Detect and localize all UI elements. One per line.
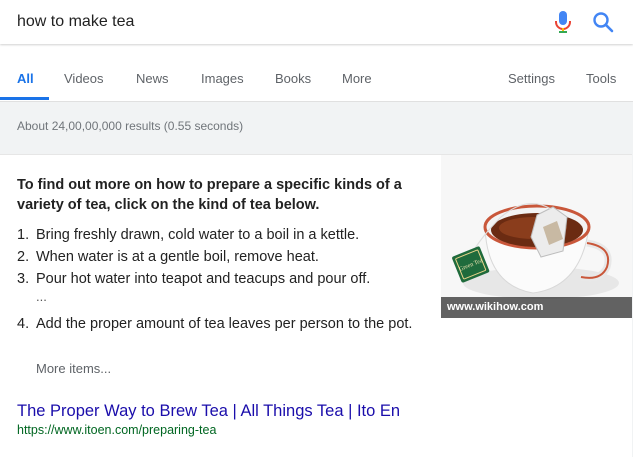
search-tabs: All Videos News Images Books More Settin…	[0, 44, 633, 102]
step-text: Add the proper amount of tea leaves per …	[36, 316, 413, 332]
snippet-heading: To find out more on how to prepare a spe…	[17, 177, 402, 213]
tab-images[interactable]: Images	[201, 71, 244, 87]
list-ellipsis: ...	[36, 289, 47, 304]
active-tab-indicator	[0, 97, 49, 100]
image-caption-bar: www.wikihow.com	[441, 297, 632, 318]
step-text: Pour hot water into teapot and teacups a…	[36, 271, 371, 287]
featured-snippet: To find out more on how to prepare a spe…	[0, 154, 632, 457]
steps-list: 1. Bring freshly drawn, cold water to a …	[17, 224, 427, 290]
microphone-icon[interactable]	[553, 10, 573, 34]
search-bar: how to make tea	[0, 0, 633, 44]
tools-link[interactable]: Tools	[586, 71, 616, 87]
list-item: 4. Add the proper amount of tea leaves p…	[17, 313, 446, 335]
list-item: 2. When water is at a gentle boil, remov…	[17, 246, 427, 268]
tea-cup-image[interactable]: Green Tea www.wikihow.com	[441, 155, 632, 318]
image-source-caption: www.wikihow.com	[447, 301, 544, 313]
settings-link[interactable]: Settings	[508, 71, 555, 87]
tab-all[interactable]: All	[17, 71, 34, 87]
step-number: 2.	[17, 249, 30, 265]
tab-videos[interactable]: Videos	[64, 71, 104, 87]
step-number: 3.	[17, 271, 30, 287]
list-item: 1. Bring freshly drawn, cold water to a …	[17, 224, 427, 246]
tab-books[interactable]: Books	[275, 71, 311, 87]
tab-more[interactable]: More	[342, 71, 372, 87]
step-number: 1.	[17, 227, 30, 243]
result-stats: About 24,00,00,000 results (0.55 seconds…	[17, 119, 244, 133]
search-input[interactable]: how to make tea	[17, 12, 134, 32]
more-items-link[interactable]: More items...	[36, 361, 111, 377]
tea-cup-illustration: Green Tea	[452, 202, 619, 299]
result-title-link[interactable]: The Proper Way to Brew Tea | All Things …	[17, 400, 400, 422]
step-text: When water is at a gentle boil, remove h…	[36, 249, 319, 265]
result-url: https://www.itoen.com/preparing-tea	[17, 423, 217, 437]
tab-news[interactable]: News	[136, 71, 169, 87]
search-icon[interactable]	[592, 11, 614, 33]
list-item: 3. Pour hot water into teapot and teacup…	[17, 268, 427, 290]
step-text: Bring freshly drawn, cold water to a boi…	[36, 227, 360, 243]
step-number: 4.	[17, 316, 30, 332]
